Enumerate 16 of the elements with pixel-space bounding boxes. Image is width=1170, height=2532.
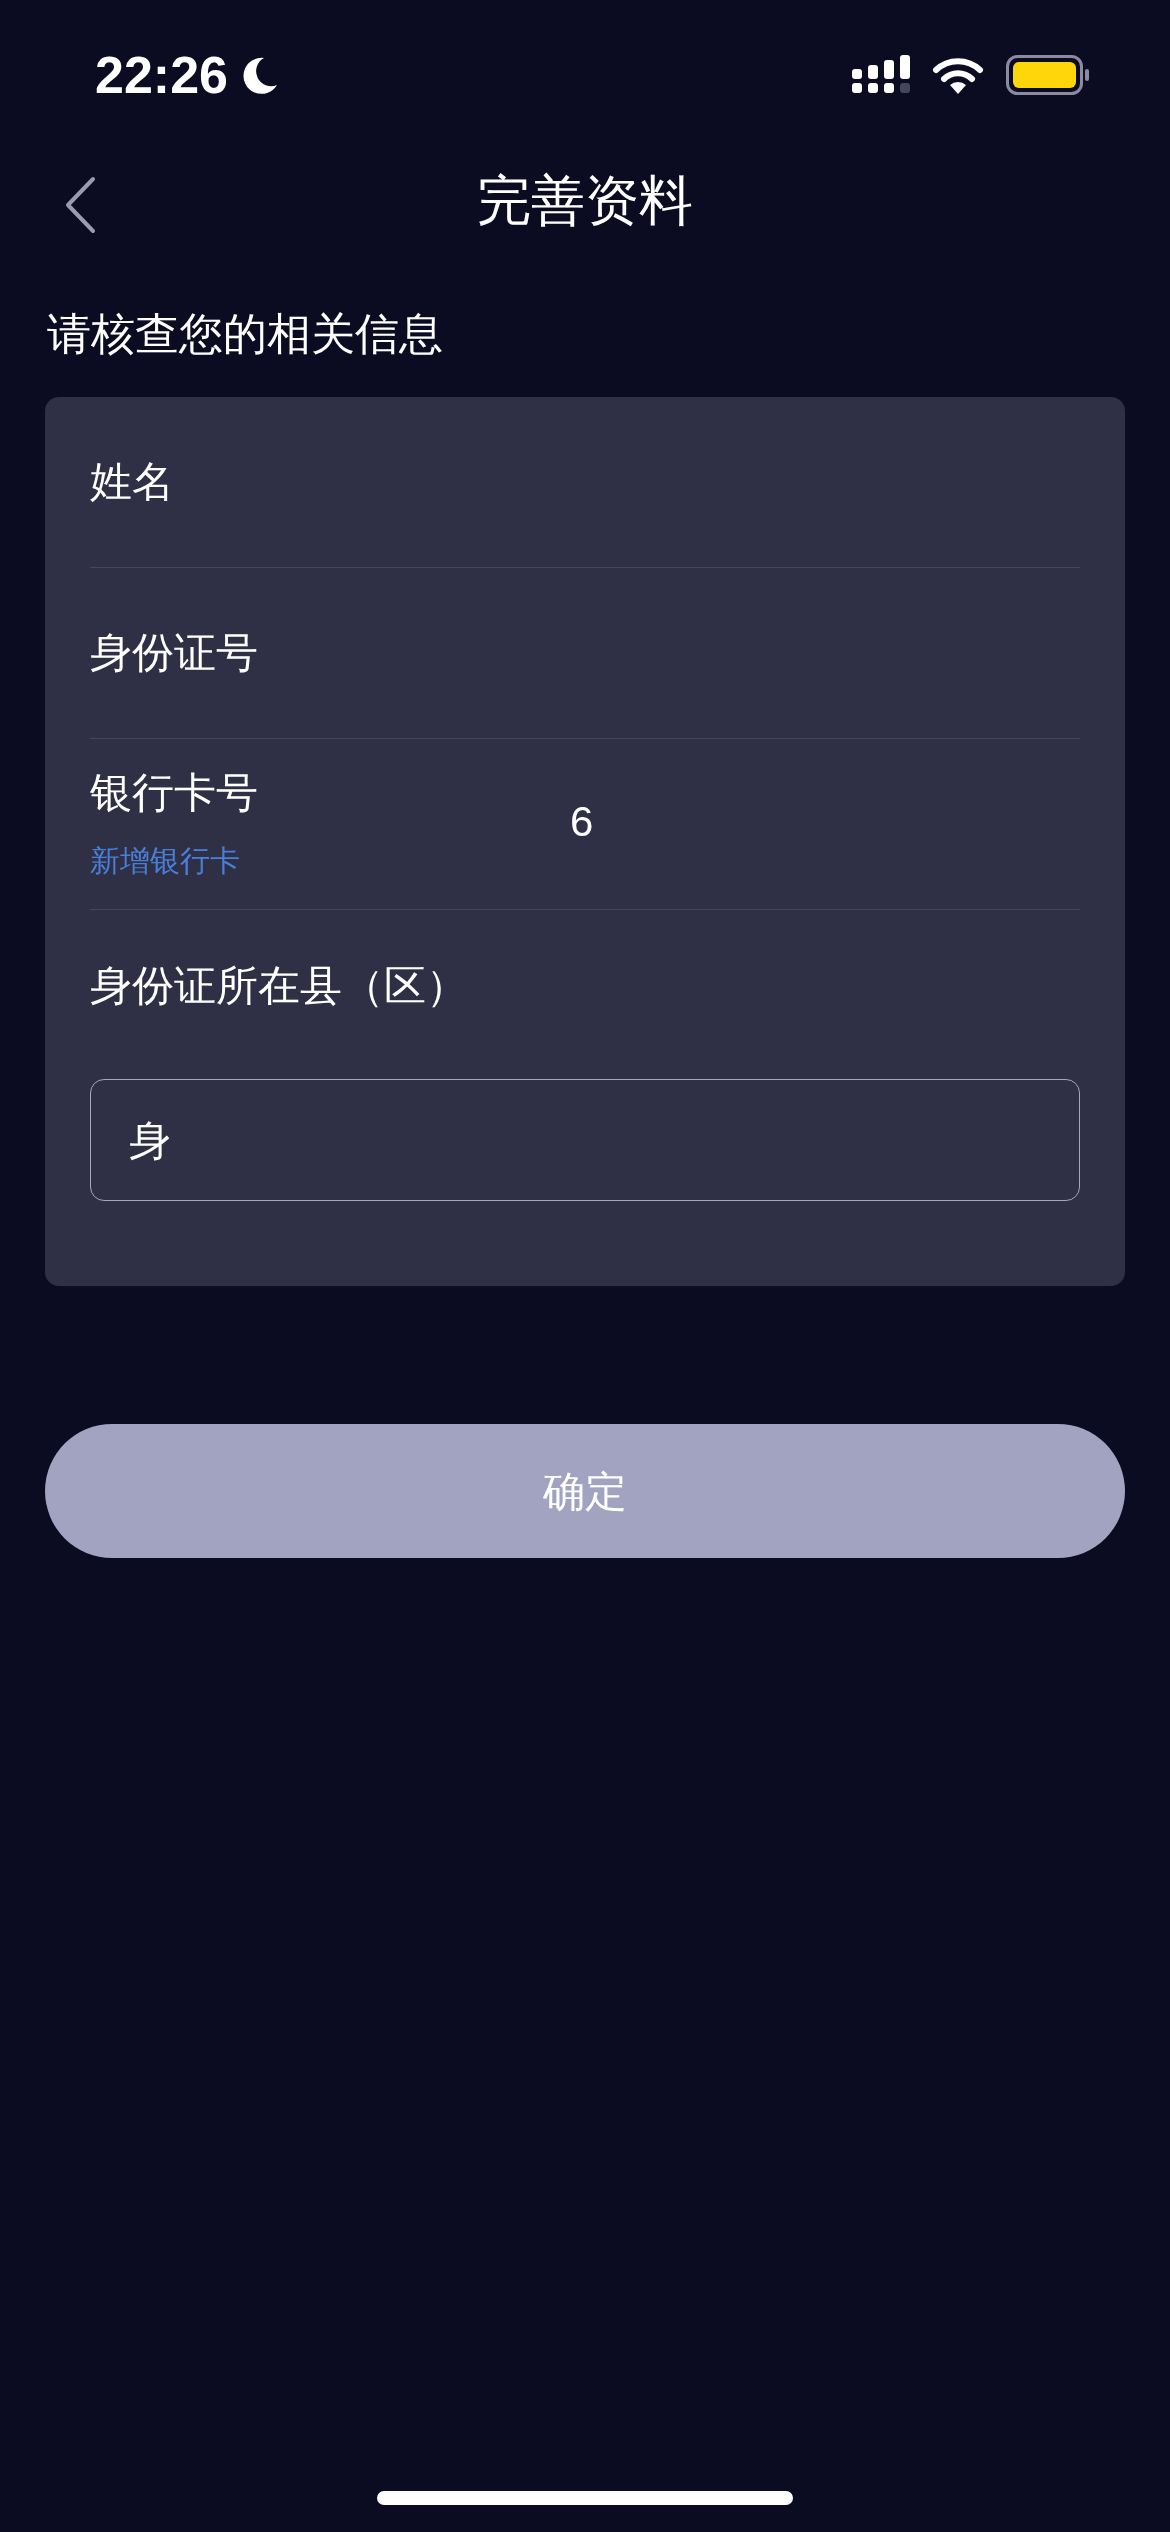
input-field[interactable]: 身 (90, 1079, 1080, 1201)
field-label: 姓名 (90, 461, 175, 503)
back-icon (63, 176, 97, 234)
section-heading: 请核查您的相关信息 (47, 309, 443, 358)
confirm-button[interactable]: 确定 (45, 1424, 1125, 1558)
field-label: 身份证所在县（区） (90, 965, 469, 1007)
field-value: 6 (570, 801, 594, 843)
moon-icon (240, 55, 280, 95)
battery-icon (1006, 55, 1090, 95)
add-bank-card-link[interactable]: 新增银行卡 (90, 846, 240, 876)
wifi-icon (932, 56, 984, 94)
field-label: 银行卡号 (90, 772, 259, 814)
field-label: 身份证号 (90, 632, 259, 674)
page-title: 完善资料 (477, 173, 693, 227)
signal-icon (852, 55, 910, 95)
status-time: 22:26 (95, 45, 228, 106)
